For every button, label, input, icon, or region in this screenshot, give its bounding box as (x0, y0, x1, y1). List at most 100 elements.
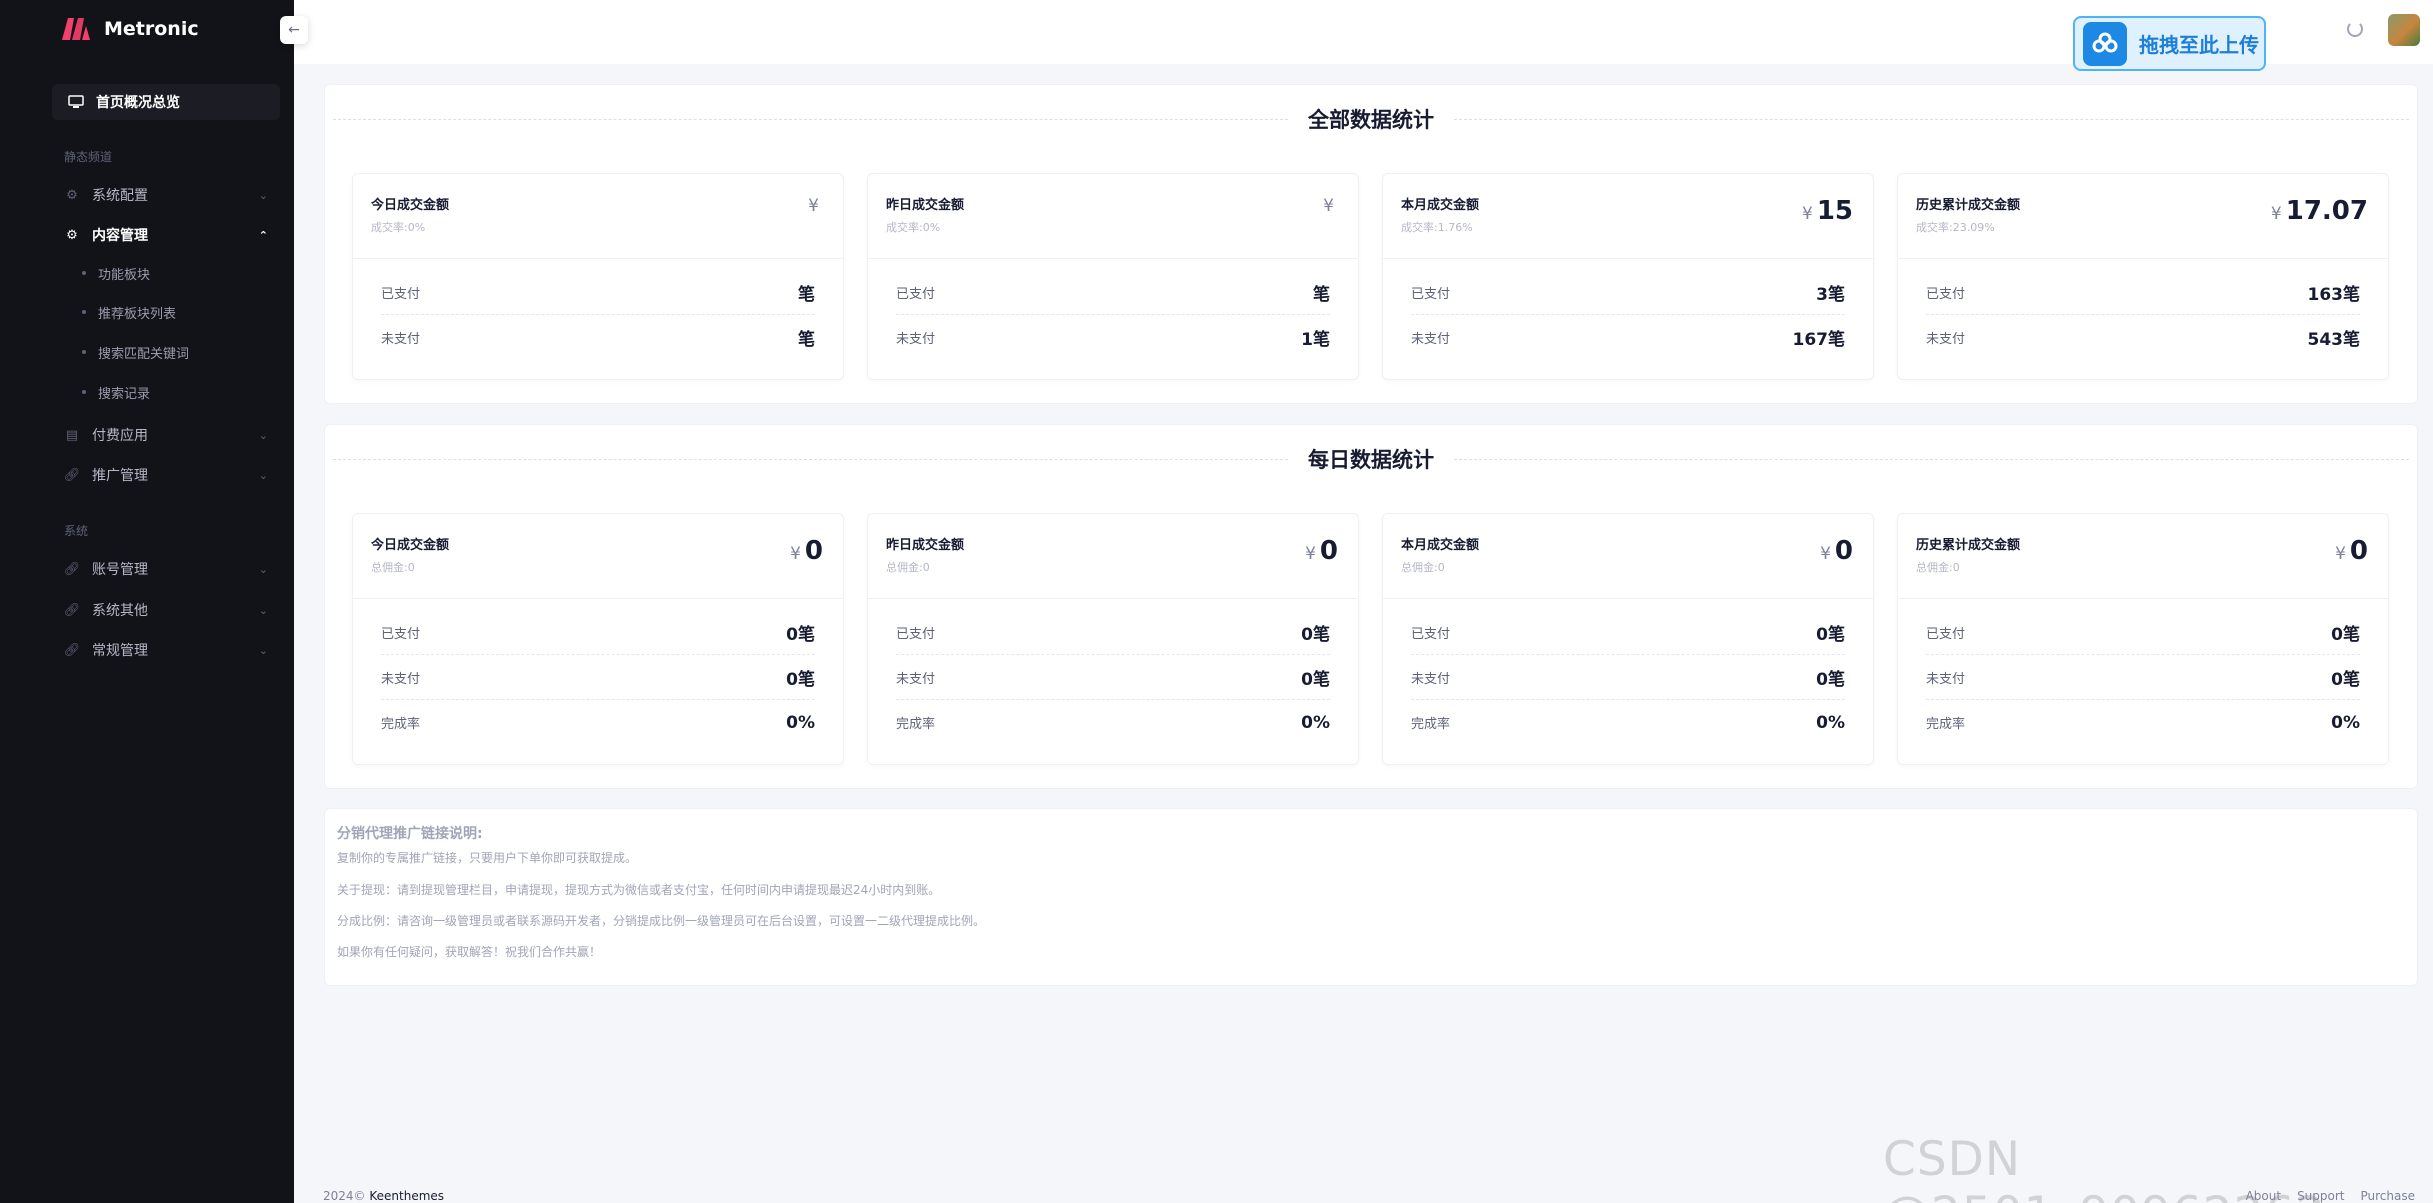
chevron-down-icon: ⌄ (258, 643, 268, 657)
stat-card-label: 昨日成交金额 (886, 198, 965, 213)
stat-row-label: 完成率 (381, 717, 421, 732)
stat-card-header: 本月成交金额 总佣金:0 (1401, 534, 1479, 575)
stat-row-value: 0笔 (2331, 669, 2360, 690)
stat-amount-value: 0 (2349, 536, 2368, 566)
stat-row-paid: 已支付 笔 (381, 270, 815, 315)
sidebar-section-system: 系统 (64, 524, 89, 538)
footer-company-link[interactable]: Keenthemes (369, 1189, 444, 1203)
stat-row-value: 0笔 (786, 624, 815, 645)
sidebar-subitem-label: 推荐板块列表 (98, 306, 177, 322)
stat-card-label: 历史累计成交金额 (1916, 198, 2021, 213)
sidebar-subitem-label: 搜索记录 (98, 386, 151, 402)
brand-logo[interactable]: Metronic (60, 16, 199, 42)
divider (1898, 258, 2388, 259)
link-icon: 🔗︎ (63, 642, 81, 658)
stat-card-header: 本月成交金额 成交率:1.76% (1401, 194, 1479, 235)
sidebar: Metronic ← 首页概况总览 静态频道 ⚙ 系统配置 ⌄ ⚙ 内容管理 ⌃… (0, 0, 308, 1203)
stat-row-label: 已支付 (896, 626, 936, 642)
sidebar-item-content-management[interactable]: ⚙ 内容管理 ⌃ (64, 220, 274, 250)
stat-row-rate: 完成率 0% (381, 700, 815, 745)
sidebar-item-dashboard[interactable]: 首页概况总览 (52, 84, 280, 120)
stat-row-label: 未支付 (896, 332, 936, 347)
sidebar-item-label: 常规管理 (92, 643, 148, 659)
stat-row-label: 未支付 (1411, 671, 1451, 687)
stat-row-unpaid: 未支付 0笔 (1926, 655, 2360, 700)
stat-row-value: 0笔 (1816, 669, 1845, 690)
divider (868, 258, 1358, 259)
footer-copyright: 2024© Keenthemes (323, 1189, 444, 1203)
stat-row-label: 未支付 (896, 671, 936, 687)
stat-card-subtitle: 总佣金:0 (1401, 561, 1445, 574)
all-stats-panel: 全部数据统计 今日成交金额 成交率:0% ¥ 已支付 笔 未支付 笔 昨日成交金… (324, 84, 2418, 404)
stat-card: 本月成交金额 成交率:1.76% ¥ 15 已支付 3笔 未支付 167笔 (1382, 173, 1874, 380)
stat-row-paid: 已支付 0笔 (1926, 610, 2360, 655)
stat-card-amount: ¥ (1323, 196, 1338, 216)
bullet-icon (82, 310, 86, 314)
sidebar-collapse-button[interactable]: ← (280, 16, 308, 44)
sidebar-item-promotion[interactable]: 🔗︎ 推广管理 ⌄ (64, 460, 274, 490)
stat-row-rate: 完成率 0% (1926, 700, 2360, 745)
notes-title: 分销代理推广链接说明: (337, 826, 483, 842)
stat-row-label: 已支付 (1926, 286, 1966, 302)
upload-drop-button[interactable]: 拖拽至此上传 (2073, 16, 2266, 71)
stat-row-value: 3笔 (1816, 284, 1845, 305)
footer-link-about[interactable]: About (2246, 1189, 2281, 1203)
sidebar-subitem-search-records[interactable]: 搜索记录 (82, 378, 150, 406)
upload-label: 拖拽至此上传 (2139, 33, 2259, 57)
stat-card-amount: ¥ (808, 196, 823, 216)
yen-icon: ¥ (1323, 196, 1334, 216)
stat-row-value: 1笔 (1301, 330, 1330, 350)
yen-icon: ¥ (1801, 204, 1813, 224)
footer-link-purchase[interactable]: Purchase (2361, 1189, 2416, 1203)
stat-card-label: 本月成交金额 (1401, 538, 1480, 553)
stat-row-unpaid: 未支付 0笔 (381, 655, 815, 700)
user-avatar[interactable] (2388, 14, 2420, 46)
stat-row-label: 完成率 (1926, 717, 1966, 732)
panel-title-row: 全部数据统计 (333, 107, 2409, 132)
stat-row-unpaid: 未支付 167笔 (1411, 315, 1845, 360)
stat-card-label: 本月成交金额 (1401, 198, 1480, 213)
sidebar-item-paid-apps[interactable]: ▤ 付费应用 ⌄ (64, 420, 274, 450)
sidebar-item-label: 系统配置 (92, 188, 148, 204)
sidebar-item-general[interactable]: 🔗︎ 常规管理 ⌄ (64, 635, 274, 665)
sidebar-subitem-recommend-list[interactable]: 推荐板块列表 (82, 298, 176, 326)
divider (1898, 598, 2388, 599)
divider (333, 118, 1288, 120)
divider (353, 598, 843, 599)
stat-row-unpaid: 未支付 0笔 (896, 655, 1330, 700)
yen-icon: ¥ (2270, 204, 2282, 224)
sidebar-subitem-feature-block[interactable]: 功能板块 (82, 259, 150, 287)
stat-card-subtitle: 总佣金:0 (371, 561, 415, 574)
stat-card-label: 今日成交金额 (371, 198, 450, 213)
sidebar-subitem-search-keywords[interactable]: 搜索匹配关键词 (82, 338, 189, 366)
footer-year: 2024© (323, 1189, 366, 1203)
yen-icon: ¥ (2335, 544, 2346, 564)
stat-card-subtitle: 总佣金:0 (1916, 561, 1960, 574)
arrow-left-icon: ← (288, 22, 300, 38)
stat-row-value: 笔 (1313, 284, 1330, 305)
stat-row-value: 0% (1816, 712, 1845, 733)
footer-link-support[interactable]: Support (2297, 1189, 2344, 1203)
gear-icon: ⚙ (66, 227, 78, 243)
stat-row-label: 未支付 (1926, 332, 1966, 347)
sidebar-item-system-config[interactable]: ⚙ 系统配置 ⌄ (64, 180, 274, 210)
yen-icon: ¥ (808, 196, 819, 216)
sidebar-item-accounts[interactable]: 🔗︎ 账号管理 ⌄ (64, 554, 274, 584)
stat-card-subtitle: 成交率:0% (886, 221, 941, 234)
notes-line: 复制你的专属推广链接，只要用户下单你即可获取提成。 (337, 851, 638, 865)
stat-row-label: 未支付 (1926, 671, 1966, 687)
chevron-down-icon: ⌄ (258, 603, 268, 617)
stat-row-value: 167笔 (1792, 330, 1846, 350)
stat-row-unpaid: 未支付 笔 (381, 315, 815, 360)
notes-line: 关于提现：请到提现管理栏目，申请提现，提现方式为微信或者支付宝，任何时间内申请提… (337, 883, 941, 897)
sidebar-item-system-other[interactable]: 🔗︎ 系统其他 ⌄ (64, 595, 274, 625)
sidebar-item-label: 付费应用 (92, 428, 148, 444)
notes-line: 分成比例：请咨询一级管理员或者联系源码开发者，分销提成比例一级管理员可在后台设置… (337, 914, 986, 928)
monitor-icon (68, 95, 84, 108)
sidebar-item-label: 推广管理 (92, 468, 148, 484)
stat-card: 今日成交金额 成交率:0% ¥ 已支付 笔 未支付 笔 (352, 173, 844, 380)
stat-amount-value: 15 (1816, 196, 1853, 226)
stat-card-amount: ¥ 15 (1802, 196, 1853, 226)
stat-row-value: 0笔 (1301, 669, 1330, 690)
stat-card: 昨日成交金额 总佣金:0 ¥ 0 已支付 0笔 未支付 0笔 完成率 0% (867, 513, 1359, 765)
